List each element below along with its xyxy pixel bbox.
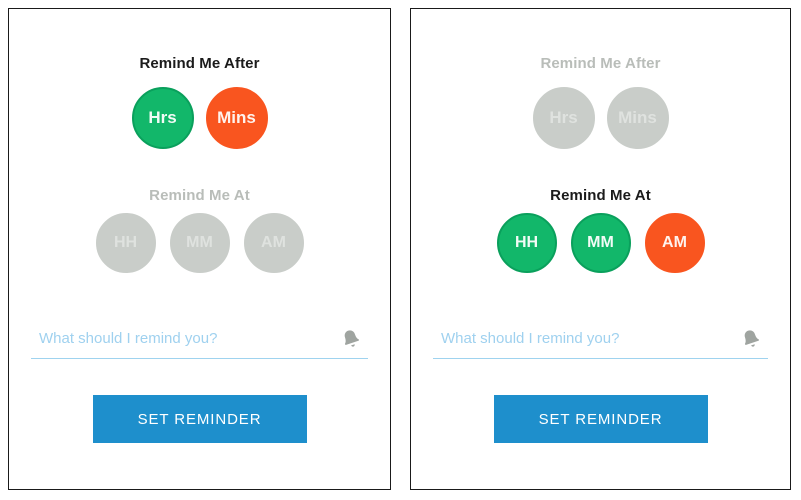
option-mins[interactable]: Mins <box>606 87 669 149</box>
remind-me-after-title: Remind Me After <box>540 55 661 72</box>
screenshot-root: Remind Me After Hrs Mins Remind Me At HH… <box>0 0 801 500</box>
remind-me-at-title: Remind Me At <box>149 187 250 204</box>
option-mm[interactable]: MM <box>169 213 230 273</box>
option-hh[interactable]: HH <box>95 213 156 273</box>
reminder-text-input[interactable] <box>433 324 738 353</box>
remind-me-at-options: HH MM AM <box>411 213 790 273</box>
remind-me-after-section-left: Remind Me After <box>9 55 390 73</box>
remind-me-after-section-right: Remind Me After <box>411 55 790 73</box>
option-am-label: AM <box>662 234 687 251</box>
remind-me-at-section-right: Remind Me At <box>411 187 790 205</box>
set-reminder-button[interactable]: SET REMINDER <box>92 395 307 443</box>
option-hh-label: HH <box>514 234 539 251</box>
reminder-card-right: Remind Me After Hrs Mins Remind Me At HH… <box>410 8 791 490</box>
remind-me-at-section-left: Remind Me At <box>9 187 390 205</box>
option-am[interactable]: AM <box>644 213 705 273</box>
remind-me-after-options: Hrs Mins <box>411 87 790 149</box>
remind-me-at-options: HH MM AM <box>9 213 390 273</box>
option-hh-label: HH <box>113 234 138 251</box>
option-am-label: AM <box>261 234 286 251</box>
remind-me-at-title: Remind Me At <box>550 187 651 204</box>
option-hrs[interactable]: Hrs <box>131 87 194 149</box>
option-hh[interactable]: HH <box>496 213 557 273</box>
option-hrs-label: Hrs <box>148 108 177 127</box>
reminder-text-field-wrap[interactable] <box>31 319 368 359</box>
reminder-text-field-wrap[interactable] <box>433 319 768 359</box>
option-hrs-label: Hrs <box>549 108 578 127</box>
option-mins-label: Mins <box>618 108 657 127</box>
bell-icon <box>338 326 364 352</box>
option-mm-label: MM <box>186 234 213 251</box>
remind-me-after-title: Remind Me After <box>139 55 260 72</box>
bell-icon <box>738 326 764 352</box>
option-mins[interactable]: Mins <box>205 87 268 149</box>
set-reminder-button[interactable]: SET REMINDER <box>493 395 708 443</box>
option-mins-label: Mins <box>217 108 256 127</box>
option-hrs[interactable]: Hrs <box>532 87 595 149</box>
option-am[interactable]: AM <box>243 213 304 273</box>
option-mm-label: MM <box>587 234 614 251</box>
reminder-card-left: Remind Me After Hrs Mins Remind Me At HH… <box>8 8 391 490</box>
remind-me-after-options: Hrs Mins <box>9 87 390 149</box>
reminder-text-input[interactable] <box>31 324 338 353</box>
option-mm[interactable]: MM <box>570 213 631 273</box>
